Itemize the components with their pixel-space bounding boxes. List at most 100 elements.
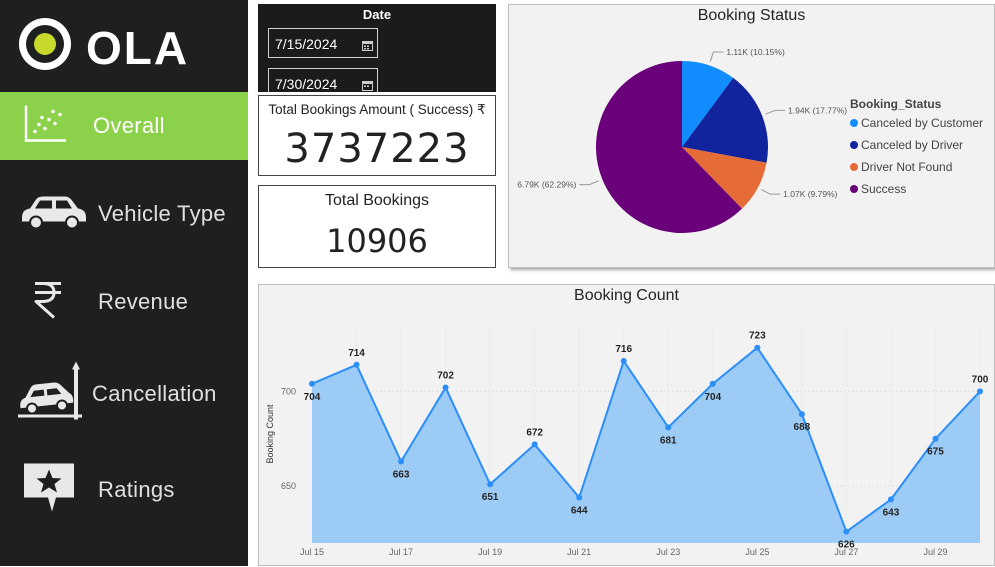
kpi-value: 3737223 [284,126,470,172]
legend-item[interactable]: Success [850,182,906,196]
area-fill [312,347,980,543]
data-label: 643 [883,507,900,518]
data-label: 1.07K (9.79%) [783,189,838,199]
data-point [309,380,315,387]
x-tick-label: Jul 15 [300,547,324,557]
nav-label-revenue: Revenue [98,289,189,314]
legend-label: Success [861,182,907,196]
legend-item[interactable]: Canceled by Customer [850,116,983,130]
legend-marker [850,185,858,193]
nav-item-revenue[interactable]: Revenue [0,268,248,336]
legend-title: Booking_Status [850,97,942,111]
y-tick-label: 700 [281,386,296,396]
data-label-leader [579,180,599,186]
data-point [665,424,672,431]
kpi-title: Total Bookings [324,192,430,209]
data-label: 704 [704,392,721,403]
calendar-icon[interactable] [362,38,373,54]
kpi-value: 10906 [326,222,428,260]
data-label: 675 [927,447,944,458]
nav-label-cancellation: Cancellation [92,381,217,406]
data-point [531,441,538,448]
data-point [709,380,716,387]
y-axis-label: Booking Count [265,404,275,464]
area-chart: 650 700 Booking Count 704 714 663 702 651 672 644… [265,325,989,557]
ola-logo: OLA [16,14,236,78]
kpi-card-total-bookings: Total Bookings 10906 [258,185,496,268]
data-point [442,384,449,391]
svg-text:OLA: OLA [86,22,189,74]
legend-item[interactable]: Canceled by Driver [850,138,963,152]
calendar-icon[interactable] [362,78,373,94]
data-label: 688 [794,422,811,433]
end-date-input[interactable]: 7/30/2024 [268,68,378,92]
x-tick-label: Jul 27 [834,547,858,557]
data-label: 6.79K (62.29%) [517,180,576,190]
data-point [843,528,850,535]
legend-label: Driver Not Found [861,160,953,174]
data-label-leader [709,51,724,62]
legend-item[interactable]: Driver Not Found [850,160,952,174]
legend-marker [850,163,858,171]
sidebar: OLA Overall Vehicle Type Revenue Cancell… [0,0,248,566]
data-label: 681 [660,435,677,446]
end-date-value: 7/30/2024 [275,76,338,92]
data-label: 702 [437,371,454,382]
x-tick-label: Jul 21 [567,547,591,557]
nav-item-overall[interactable]: Overall [0,92,248,160]
x-tick-label: Jul 25 [745,547,769,557]
legend-label: Canceled by Driver [861,138,964,152]
car-icon [18,192,90,237]
nav-label-overall: Overall [93,113,165,138]
legend-marker [850,119,858,127]
scatter-chart-icon [22,104,68,149]
booking-status-panel: Booking Status 1.11K (10.15%) 1.94K (17.7… [508,4,995,268]
data-point [576,494,583,501]
data-point [977,388,983,395]
data-label: 644 [571,506,588,517]
star-message-icon [22,462,76,519]
data-label: 716 [615,344,632,355]
data-point [932,435,939,442]
kpi-title: Total Bookings Amount ( Success) ₹ [268,102,486,117]
data-point [754,344,761,351]
data-label: 1.94K (17.77%) [788,105,847,115]
x-tick-label: Jul 23 [656,547,680,557]
data-label: 700 [972,374,989,385]
x-tick-label: Jul 29 [923,547,947,557]
data-point [398,458,405,465]
pie-chart: 1.11K (10.15%) 1.94K (17.77%) 1.07K (9.79%… [517,47,847,233]
nav-label-vehicle-type: Vehicle Type [98,201,226,226]
booking-count-panel: Booking Count 650 700 Booking Count 704 714 6… [258,284,995,566]
data-label: 651 [482,492,499,503]
nav-item-vehicle-type[interactable]: Vehicle Type [0,180,248,248]
date-filter-title: Date [362,7,392,22]
start-date-input[interactable]: 7/15/2024 [268,28,378,58]
car-crash-icon [16,361,86,427]
nav-label-ratings: Ratings [98,477,175,502]
data-point [353,361,360,368]
nav-item-cancellation[interactable]: Cancellation [0,360,248,428]
data-point [487,481,494,488]
legend-label: Canceled by Customer [861,116,984,130]
kpi-card-total-amount: Total Bookings Amount ( Success) ₹ 37372… [258,95,496,176]
legend-marker [850,141,858,149]
data-label-leader [765,109,786,115]
data-label: 672 [526,427,543,438]
start-date-value: 7/15/2024 [275,36,338,52]
x-tick-label: Jul 19 [478,547,502,557]
rupee-icon [30,280,64,325]
nav-item-ratings[interactable]: Ratings [0,456,248,524]
data-point [620,358,627,365]
data-label-leader [761,189,781,195]
data-point [798,411,805,418]
data-label: 663 [393,469,410,480]
data-point [887,496,894,503]
y-tick-label: 650 [281,481,296,491]
data-label: 1.11K (10.15%) [726,47,785,57]
data-label: 714 [348,348,365,359]
data-label: 704 [304,392,321,403]
date-filter-panel: Date 7/15/2024 7/30/2024 [258,4,496,92]
data-label: 723 [749,331,766,342]
x-tick-label: Jul 17 [389,547,413,557]
